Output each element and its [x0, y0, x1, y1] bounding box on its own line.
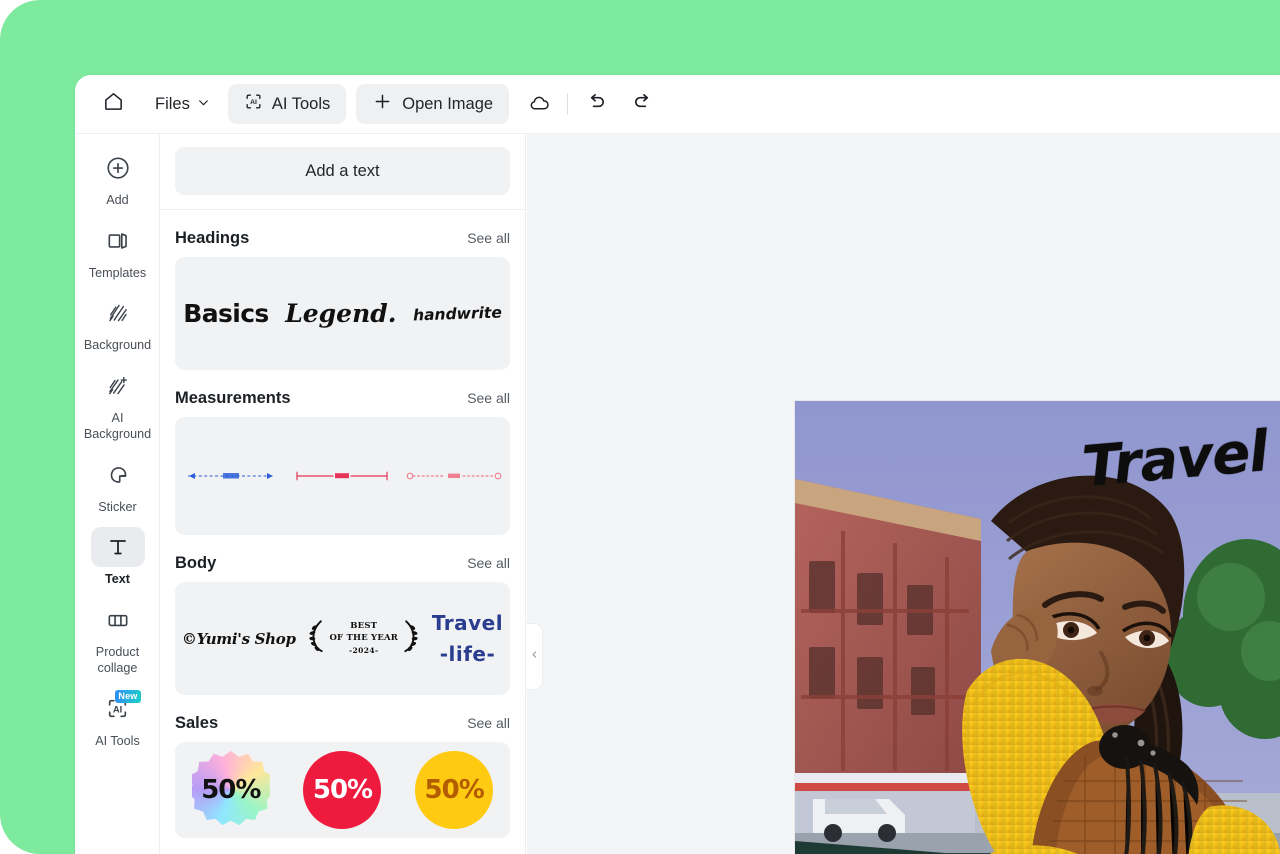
sticker-icon: [91, 455, 145, 495]
headings-section-header: Headings See all: [160, 210, 525, 257]
cloud-save-icon: [528, 91, 551, 117]
toolbar-divider: [567, 93, 569, 115]
rail-item-background[interactable]: Background: [75, 287, 159, 360]
heading-sample-basics[interactable]: Basics: [183, 299, 269, 328]
laurel-right-icon: [402, 618, 418, 659]
plus-circle-icon: [91, 148, 145, 188]
measurements-preview-card[interactable]: [175, 417, 510, 535]
background-hatch-icon: [91, 293, 145, 333]
ai-brackets-icon: AI: [244, 92, 263, 116]
home-button[interactable]: [91, 84, 135, 124]
left-tool-rail: Add Templates Background AI Background S…: [75, 134, 160, 854]
redo-icon: [631, 91, 654, 117]
add-a-text-button[interactable]: Add a text: [175, 147, 510, 195]
artboard[interactable]: Travel: [795, 401, 1280, 854]
award-text-block: BEST OF THE YEAR -2024-: [329, 620, 398, 657]
ai-tools-button[interactable]: AI AI Tools: [227, 84, 347, 124]
new-badge: New: [115, 689, 141, 703]
home-icon: [102, 90, 125, 118]
files-label: Files: [155, 94, 190, 113]
ai-tools-label: AI Tools: [271, 94, 331, 113]
body-sample-travel-life[interactable]: Travel -life-: [432, 608, 503, 670]
rail-label: Product collage: [95, 645, 140, 675]
rail-label: Background: [83, 338, 152, 353]
section-title: Headings: [175, 229, 250, 247]
body-see-all-link[interactable]: See all: [467, 555, 510, 571]
rail-item-add[interactable]: Add: [75, 142, 159, 215]
files-menu-button[interactable]: Files: [145, 84, 218, 124]
award-line-3: -2024-: [349, 645, 379, 655]
svg-text:AI: AI: [250, 99, 257, 106]
travel-line-1: Travel: [431, 610, 504, 635]
heading-sample-legend[interactable]: Legend.: [285, 299, 396, 328]
sale-badge-yellow[interactable]: 50%: [415, 751, 494, 829]
undo-button[interactable]: [576, 84, 616, 124]
rail-item-sticker[interactable]: Sticker: [75, 449, 159, 522]
rail-item-templates[interactable]: Templates: [75, 215, 159, 288]
templates-icon: [91, 221, 145, 261]
headings-preview-card[interactable]: Basics Legend. handwrite: [175, 257, 510, 370]
sales-see-all-link[interactable]: See all: [467, 715, 510, 731]
award-line-2: OF THE YEAR: [329, 633, 399, 644]
red-solid-tick-line-icon[interactable]: [292, 466, 392, 486]
sale-badge-red[interactable]: 50%: [303, 751, 382, 829]
add-text-section: Add a text: [160, 134, 525, 210]
travel-line-2: -life-: [439, 641, 496, 666]
text-t-icon: [90, 527, 145, 568]
ai-background-icon: [91, 366, 145, 406]
redo-button[interactable]: [622, 84, 662, 124]
chevron-left-icon: [530, 648, 539, 666]
top-toolbar: Files AI AI Tools Open Image: [75, 75, 1280, 134]
rail-item-text[interactable]: Text: [75, 521, 159, 594]
rail-label: AI Background: [83, 411, 152, 441]
section-title: Sales: [175, 714, 219, 732]
plus-icon: [372, 91, 393, 117]
headings-see-all-link[interactable]: See all: [467, 230, 510, 246]
cloud-save-button[interactable]: [519, 84, 559, 124]
rail-label: Add: [106, 193, 129, 207]
measurements-see-all-link[interactable]: See all: [467, 390, 510, 406]
sales-preview-card[interactable]: 50% 50% 50%: [175, 742, 510, 838]
award-line-1: BEST: [350, 621, 378, 632]
body-sample-yumis-shop[interactable]: ©Yumi's Shop: [182, 630, 296, 648]
heading-sample-handwrite[interactable]: handwrite: [413, 303, 502, 324]
rail-item-ai-background[interactable]: AI Background: [75, 360, 159, 448]
measurements-section-header: Measurements See all: [160, 370, 525, 417]
section-title: Measurements: [175, 389, 291, 407]
ai-brackets-icon: AI New: [91, 689, 145, 729]
red-dotted-circle-line-icon[interactable]: [404, 466, 504, 486]
text-side-panel: Add a text Headings See all Basics Legen…: [160, 134, 526, 854]
editor-canvas[interactable]: Travel: [527, 134, 1280, 854]
panel-collapse-handle[interactable]: [526, 623, 543, 690]
open-image-button[interactable]: Open Image: [356, 84, 510, 124]
rail-label: AI Tools: [95, 733, 140, 748]
svg-text:AI: AI: [113, 704, 122, 714]
sales-section-header: Sales See all: [160, 695, 525, 742]
sale-badge-holographic[interactable]: 50%: [191, 751, 270, 826]
rail-label: Text: [105, 572, 130, 587]
undo-icon: [585, 91, 608, 117]
rail-item-product-collage[interactable]: Product collage: [75, 594, 159, 682]
rail-label: Sticker: [98, 499, 137, 514]
body-preview-card[interactable]: ©Yumi's Shop BEST OF THE YEAR -2024- Tra…: [175, 582, 510, 695]
open-image-label: Open Image: [402, 94, 494, 113]
body-sample-best-of-the-year[interactable]: BEST OF THE YEAR -2024-: [309, 618, 418, 659]
rail-item-ai-tools[interactable]: AI New AI Tools: [75, 683, 159, 756]
laurel-left-icon: [309, 618, 325, 659]
product-collage-icon: [91, 600, 145, 640]
body-section-header: Body See all: [160, 535, 525, 582]
rail-label: Templates: [88, 265, 147, 280]
chevron-down-icon: [197, 95, 210, 114]
blue-dashed-arrow-line-icon[interactable]: [181, 466, 281, 486]
section-title: Body: [175, 554, 217, 572]
app-window: Files AI AI Tools Open Image Add Templat…: [75, 75, 1280, 854]
